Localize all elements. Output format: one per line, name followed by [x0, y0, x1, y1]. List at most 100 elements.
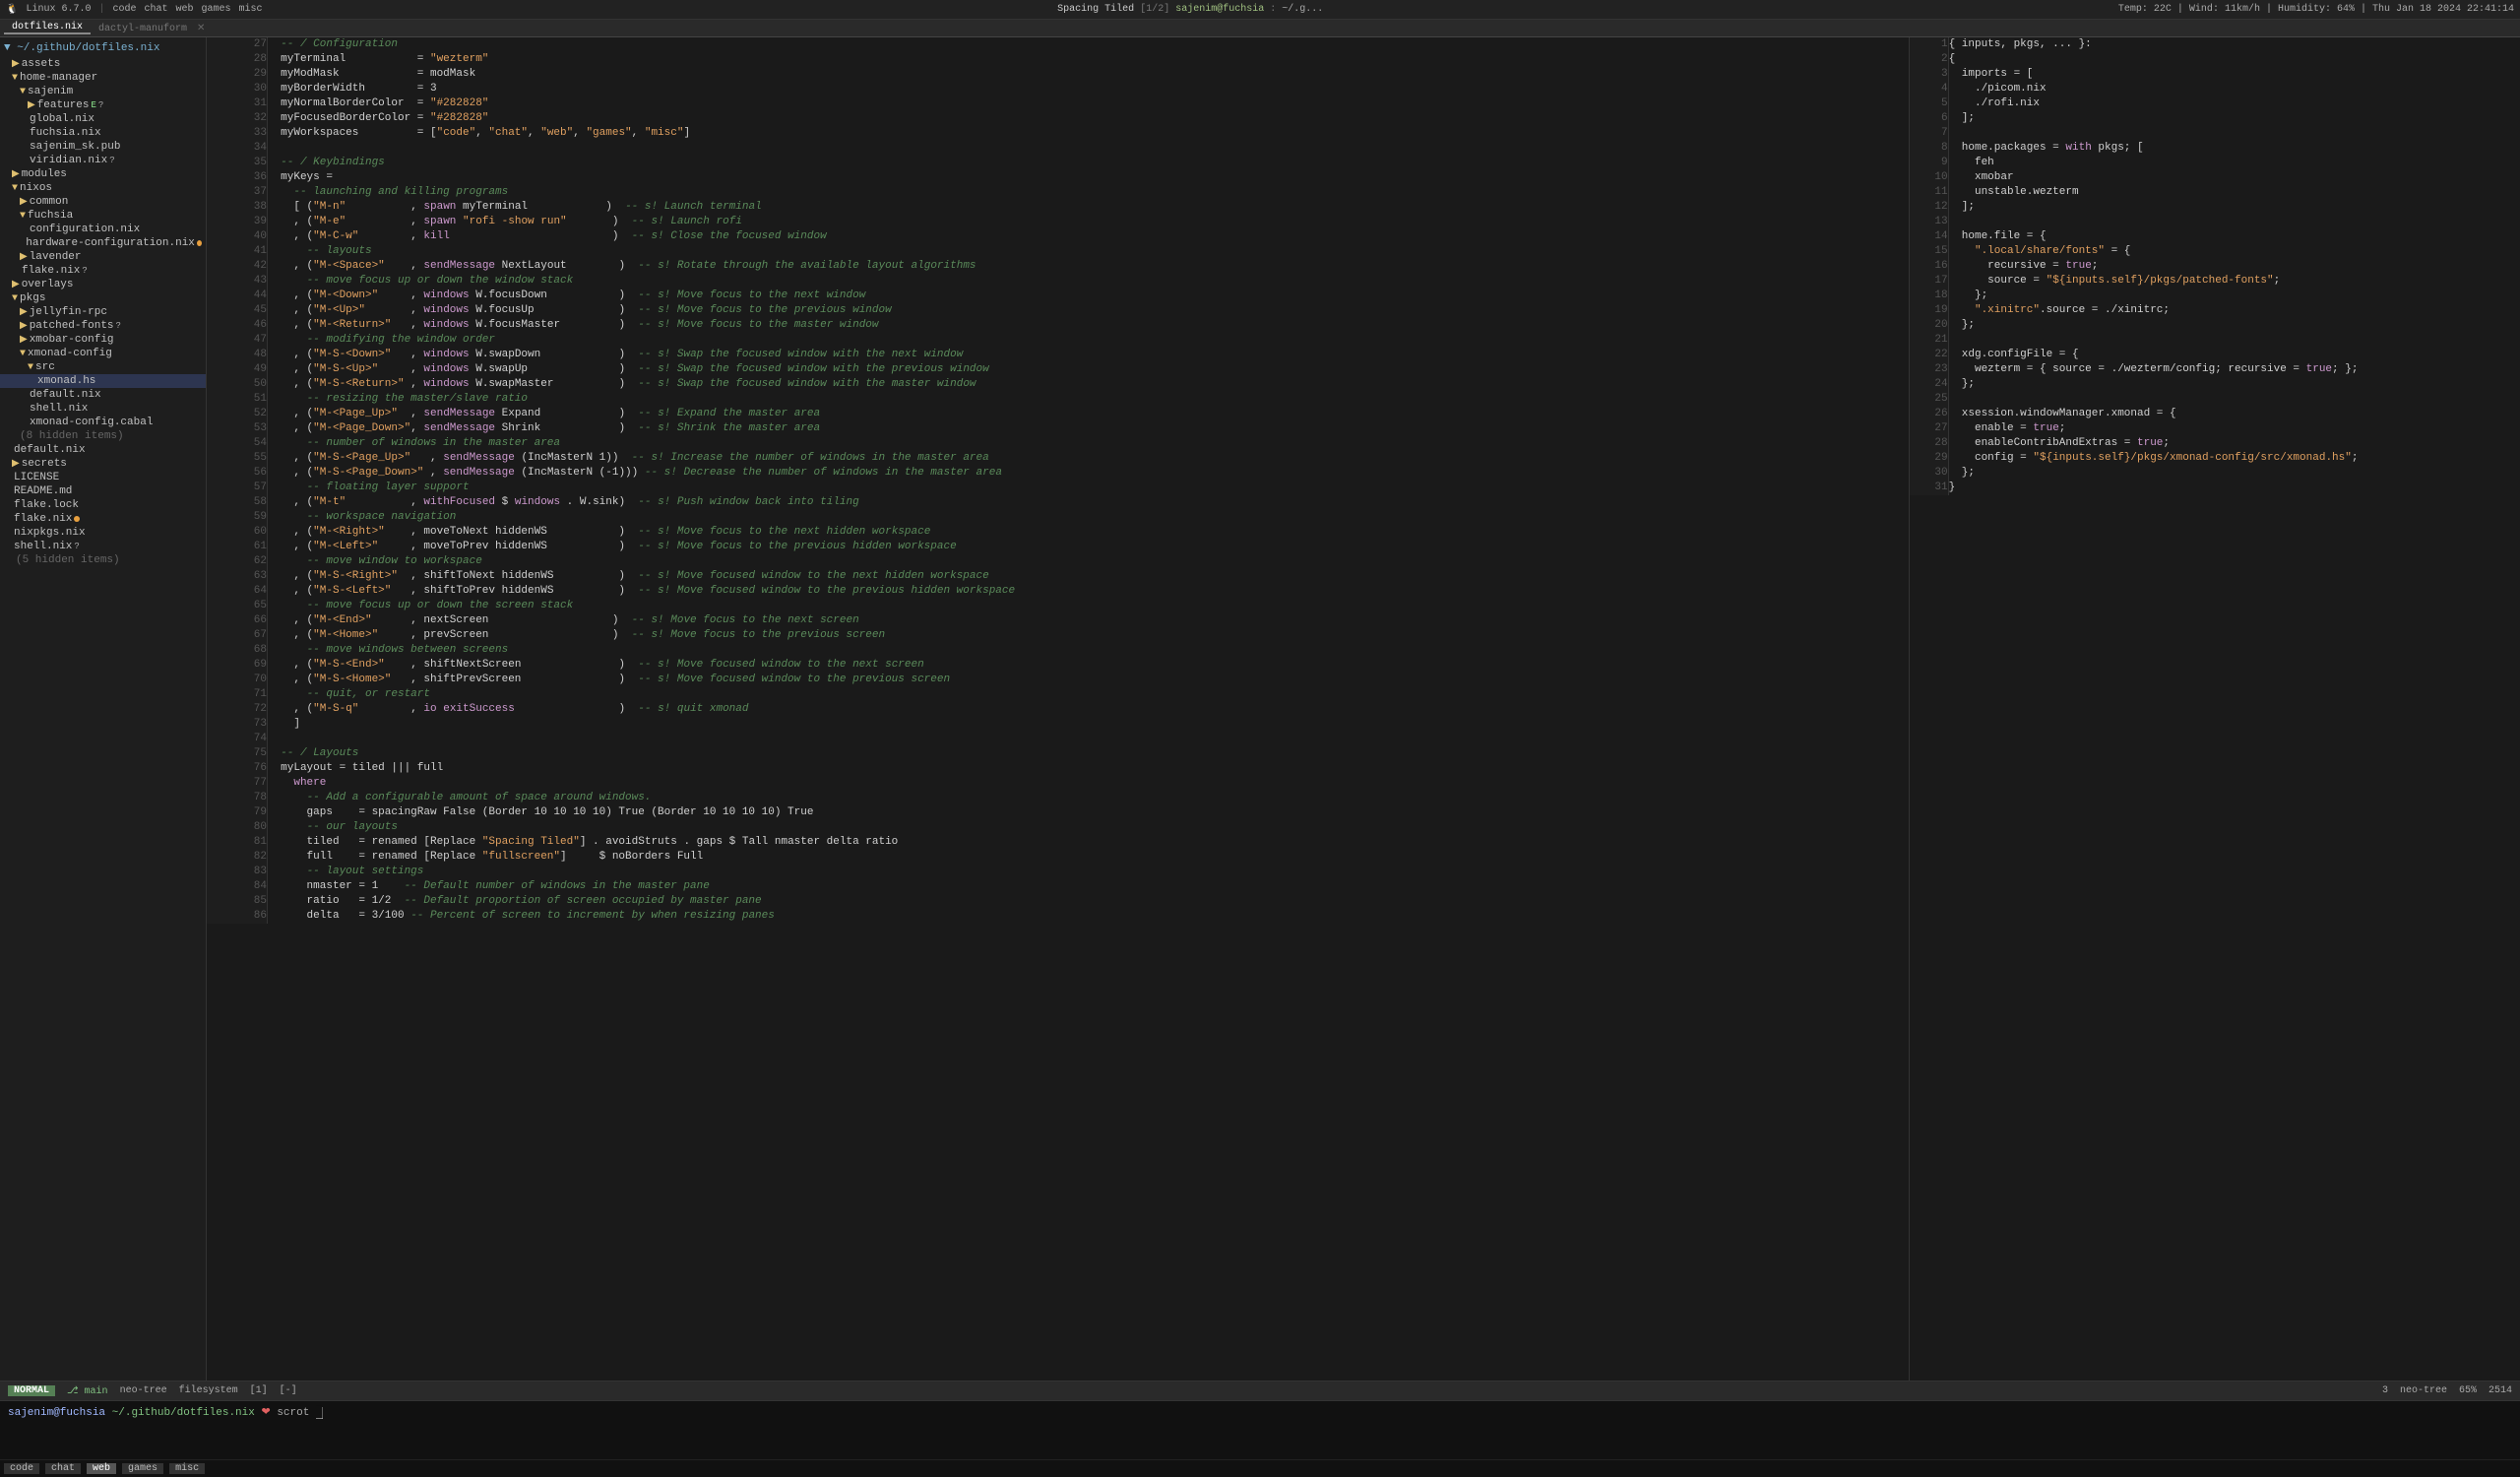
sidebar-item-common[interactable]: ▶ common — [0, 195, 206, 209]
taskbar-misc[interactable]: misc — [169, 1463, 205, 1474]
sidebar-item-flake-nixos[interactable]: flake.nix ? — [0, 264, 206, 278]
table-row: 35 -- / Keybindings — [207, 156, 1909, 170]
table-row: 31} — [1910, 481, 2520, 495]
sidebar-item-global[interactable]: global.nix — [0, 112, 206, 126]
table-row: 71 -- quit, or restart — [207, 687, 1909, 702]
sidebar-item-xmonadhs[interactable]: xmonad.hs — [0, 374, 206, 388]
line-code: ".xinitrc".source = ./xinitrc; — [1948, 303, 2520, 318]
table-row: 28 myTerminal = "wezterm" — [207, 52, 1909, 67]
topbar-web[interactable]: web — [176, 4, 194, 15]
table-row: 4 ./picom.nix — [1910, 82, 2520, 96]
sidebar-item-root-shell[interactable]: shell.nix ? — [0, 540, 206, 553]
sidebar-item-sajenimssk[interactable]: sajenim_sk.pub — [0, 140, 206, 154]
table-row: 38 [ ("M-n" , spawn myTerminal ) -- s! L… — [207, 200, 1909, 215]
table-row: 23 wezterm = { source = ./wezterm/config… — [1910, 362, 2520, 377]
tab-dactyl[interactable]: dactyl-manuform ✕ — [91, 23, 213, 34]
sidebar-item-label: flake.nix — [22, 265, 80, 277]
table-row: 74 — [207, 732, 1909, 746]
sidebar-item-label: jellyfin-rpc — [30, 306, 107, 318]
sidebar-item-configuration[interactable]: configuration.nix — [0, 223, 206, 236]
code-pane-left[interactable]: 27 -- / Configuration28 myTerminal = "we… — [207, 37, 1909, 1381]
sidebar-item-secrets[interactable]: ▶ secrets — [0, 457, 206, 471]
line-code: -- our layouts — [267, 820, 1909, 835]
sidebar-item-default-nix[interactable]: default.nix — [0, 388, 206, 402]
terminal[interactable]: sajenim@fuchsia ~/.github/dotfiles.nix ❤… — [0, 1400, 2520, 1459]
sidebar-item-src[interactable]: ▼ src — [0, 360, 206, 374]
sidebar-item-fuchsia-dir[interactable]: ▼ fuchsia — [0, 209, 206, 223]
line-code: -- move focus up or down the window stac… — [267, 274, 1909, 289]
sidebar-item-flakelock[interactable]: flake.lock — [0, 498, 206, 512]
line-code: gaps = spacingRaw False (Border 10 10 10… — [267, 805, 1909, 820]
table-row: 66 , ("M-<End>" , nextScreen ) -- s! Mov… — [207, 613, 1909, 628]
sidebar-root[interactable]: ▼ ~/.github/dotfiles.nix — [0, 39, 206, 57]
line-code: ".local/share/fonts" = { — [1948, 244, 2520, 259]
topbar-games[interactable]: games — [202, 4, 231, 15]
sidebar-item-sajenim[interactable]: ▼ sajenim — [0, 85, 206, 98]
line-code: xmobar — [1948, 170, 2520, 185]
table-row: 29 config = "${inputs.self}/pkgs/xmonad-… — [1910, 451, 2520, 466]
table-row: 33 myWorkspaces = ["code", "chat", "web"… — [207, 126, 1909, 141]
sidebar-item-pkgs[interactable]: ▼ pkgs — [0, 291, 206, 305]
sidebar-item-homemanager[interactable]: ▼ home-manager — [0, 71, 206, 85]
sidebar-item-features[interactable]: ▶ features E ? — [0, 98, 206, 112]
line-code: myTerminal = "wezterm" — [267, 52, 1909, 67]
sidebar-item-viridian[interactable]: viridian.nix ? — [0, 154, 206, 167]
sidebar-item-hwconfig[interactable]: hardware-configuration.nix — [0, 236, 206, 250]
dir-icon: ▼ — [20, 87, 26, 97]
line-code: myNormalBorderColor = "#282828" — [267, 96, 1909, 111]
topbar-chat[interactable]: chat — [145, 4, 168, 15]
sidebar-item-label: sajenim_sk.pub — [30, 141, 120, 153]
table-row: 63 , ("M-S-<Right>" , shiftToNext hidden… — [207, 569, 1909, 584]
sidebar-item-fuchsia[interactable]: fuchsia.nix — [0, 126, 206, 140]
line-number: 2 — [1910, 52, 1948, 67]
sidebar-item-lavender[interactable]: ▶ lavender — [0, 250, 206, 264]
dir-icon: ▼ — [20, 211, 26, 222]
line-number: 62 — [207, 554, 267, 569]
sidebar-item-cabal[interactable]: xmonad-config.cabal — [0, 416, 206, 429]
table-row: 60 , ("M-<Right>" , moveToNext hiddenWS … — [207, 525, 1909, 540]
badge-q: ? — [116, 321, 121, 331]
taskbar-code[interactable]: code — [4, 1463, 39, 1474]
root-label: ▼ ~/.github/dotfiles.nix — [4, 42, 159, 54]
sidebar-item-readme[interactable]: README.md — [0, 484, 206, 498]
sidebar-item-assets[interactable]: ▶ assets — [0, 57, 206, 71]
line-number: 30 — [207, 82, 267, 96]
sidebar-item-nixpkgs[interactable]: nixpkgs.nix — [0, 526, 206, 540]
tab-dotfiles[interactable]: dotfiles.nix — [4, 22, 91, 34]
dir-icon: ▶ — [20, 320, 28, 332]
table-row: 61 , ("M-<Left>" , moveToPrev hiddenWS )… — [207, 540, 1909, 554]
sidebar-item-patched-fonts[interactable]: ▶ patched-fonts ? — [0, 319, 206, 333]
line-code: , ("M-<Return>" , windows W.focusMaster … — [267, 318, 1909, 333]
sidebar-item-nixos[interactable]: ▼ nixos — [0, 181, 206, 195]
table-row: 9 feh — [1910, 156, 2520, 170]
taskbar-web[interactable]: web — [87, 1463, 116, 1474]
statusbar-right: 3 neo-tree 65% 2514 — [2382, 1385, 2512, 1396]
code-pane-right[interactable]: 1{ inputs, pkgs, ... }:2{3 imports = [4 … — [1910, 37, 2520, 1381]
sidebar-item-xmonad[interactable]: ▼ xmonad-config — [0, 347, 206, 360]
line-code: ]; — [1948, 111, 2520, 126]
line-code: }; — [1948, 318, 2520, 333]
table-row: 58 , ("M-t" , withFocused $ windows . W.… — [207, 495, 1909, 510]
filetype-label: filesystem — [179, 1385, 238, 1396]
sidebar-item-modules[interactable]: ▶ modules — [0, 167, 206, 181]
topbar-misc[interactable]: misc — [239, 4, 263, 15]
table-row: 70 , ("M-S-<Home>" , shiftPrevScreen ) -… — [207, 673, 1909, 687]
line-code: delta = 3/100 -- Percent of screen to in… — [267, 909, 1909, 924]
line-number: 78 — [207, 791, 267, 805]
sidebar-item-root-default[interactable]: default.nix — [0, 443, 206, 457]
line-number: 50 — [207, 377, 267, 392]
taskbar-games[interactable]: games — [122, 1463, 163, 1474]
line-code — [267, 732, 1909, 746]
close-tab-icon[interactable]: ✕ — [197, 24, 205, 34]
line-code: -- layouts — [267, 244, 1909, 259]
sidebar-item-overlays[interactable]: ▶ overlays — [0, 278, 206, 291]
sidebar-item-jellyfin[interactable]: ▶ jellyfin-rpc — [0, 305, 206, 319]
sidebar-item-xmobar[interactable]: ▶ xmobar-config — [0, 333, 206, 347]
taskbar-chat[interactable]: chat — [45, 1463, 81, 1474]
sidebar-item-label: xmobar-config — [30, 334, 114, 346]
sidebar-item-shell-nix[interactable]: shell.nix — [0, 402, 206, 416]
sidebar-item-license[interactable]: LICENSE — [0, 471, 206, 484]
sidebar-item-label: lavender — [30, 251, 82, 263]
sidebar-item-root-flake[interactable]: flake.nix — [0, 512, 206, 526]
sidebar-item-label: pkgs — [20, 292, 45, 304]
